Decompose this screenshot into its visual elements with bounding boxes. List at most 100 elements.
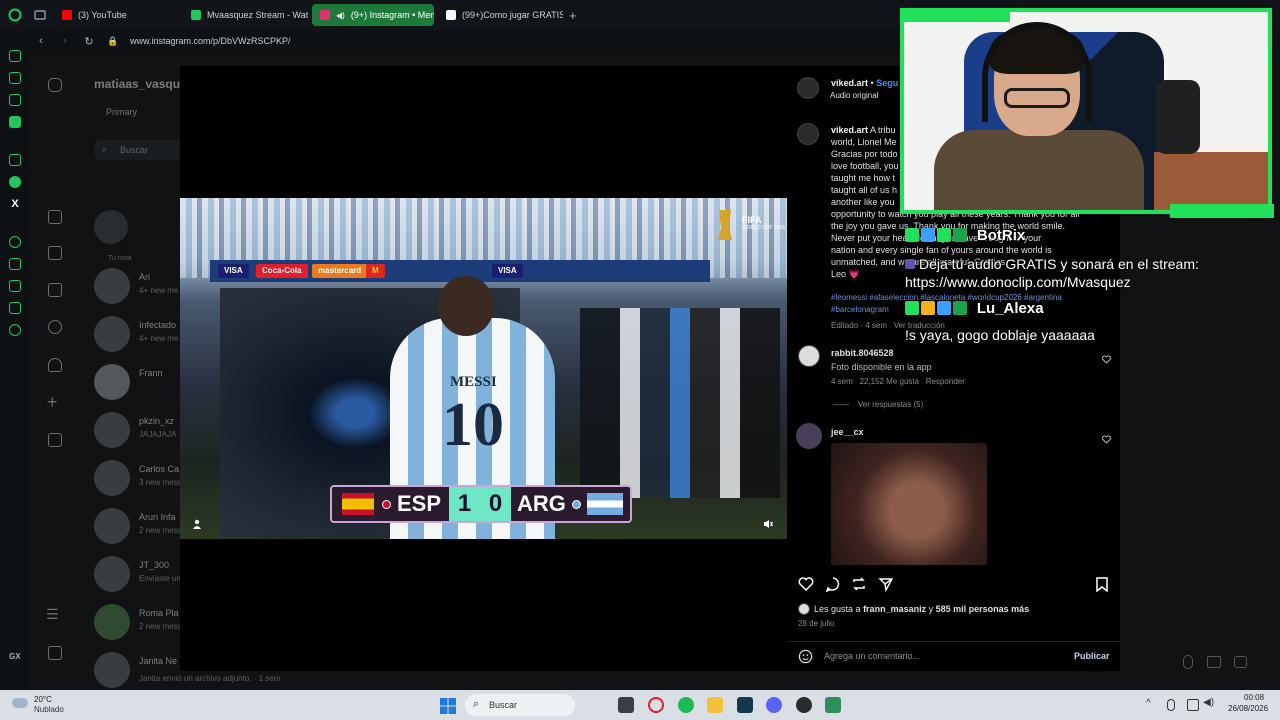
sidebar-percent-icon[interactable] [9,154,21,166]
badge-icon [921,227,935,242]
sidebar-settings-icon[interactable] [9,324,21,336]
gx-label[interactable]: GX [9,652,21,661]
network-icon[interactable] [1187,699,1199,711]
sidebar-player-icon[interactable] [9,236,21,248]
mute-icon[interactable] [763,516,773,528]
tab-youtube[interactable]: (3) YouTube [54,4,179,26]
taskbar-search[interactable]: ⌕ Buscar [465,694,575,716]
conversation-item[interactable]: Janita Ne [94,652,184,692]
publish-button[interactable]: Publicar [1074,651,1110,661]
sidebar-extensions-icon[interactable] [9,302,21,314]
badge-icon [953,300,967,315]
instagram-logo-icon[interactable] [48,78,62,92]
follow-button[interactable]: Segu [876,78,898,88]
comment-input[interactable]: Agrega un comentario... [824,651,920,661]
reels-icon[interactable] [48,246,62,260]
save-icon[interactable] [1094,576,1110,593]
spotify-icon[interactable] [678,697,694,713]
like-icon[interactable] [798,576,814,592]
tab-kick-stream[interactable]: Mvaasquez Stream - Watc [183,4,308,26]
sidebar-notes-icon[interactable] [9,94,21,106]
dashboard-icon[interactable] [48,433,62,447]
volume-icon[interactable]: ◀) [1203,697,1214,708]
windows-start-icon[interactable] [440,698,456,714]
obs-icon[interactable] [796,697,812,713]
comment-like-icon[interactable] [1102,431,1111,444]
conversation-item[interactable]: Ari 4+ new me [94,268,184,308]
x-twitter-icon[interactable]: X [11,198,18,210]
conversation-item[interactable]: Frann [94,364,184,404]
microphone-tray-icon[interactable] [1167,699,1175,711]
dm-search-input[interactable]: ⌕ Buscar [94,140,184,160]
user-tag-icon[interactable] [192,516,202,529]
jersey-number: 10 [442,391,504,459]
tab-instagram[interactable]: ◀) (9+) Instagram • Mens [312,4,434,26]
post-author[interactable]: viked.art [831,78,868,88]
comment-like-icon[interactable] [1102,351,1111,364]
sidebar-download-icon[interactable] [9,280,21,292]
apps-icon[interactable] [48,646,62,660]
create-icon[interactable]: + [47,392,58,413]
terminal-icon[interactable] [737,697,753,713]
share-icon[interactable] [878,576,894,593]
opera-logo-icon[interactable] [0,8,30,22]
mic-icon[interactable] [1183,655,1193,669]
tray-expand-icon[interactable]: ^ [1146,698,1151,709]
commenter-avatar[interactable] [796,423,822,449]
reply-button[interactable]: Responder [926,377,965,386]
badge-icon [953,227,967,242]
conversation-item[interactable]: Roma Pla 2 new mess [94,604,184,644]
home-icon[interactable] [48,210,62,224]
messages-icon[interactable] [48,283,62,297]
weather-widget[interactable]: 20°C Nublado [12,694,82,716]
sticker-icon[interactable] [1234,656,1247,668]
opera-gx-icon[interactable] [648,697,664,713]
whatsapp-icon[interactable] [9,176,21,188]
liked-by-avatar[interactable] [798,603,810,615]
comment-user[interactable]: rabbit.8046528 [831,347,894,359]
dm-username[interactable]: matiaas_vasqu [94,77,180,91]
tab-tiktok[interactable]: (99+)Como jugar GRATIS a [438,4,563,26]
workspaces-icon[interactable] [30,10,50,20]
repost-icon[interactable] [851,576,867,592]
image-icon[interactable] [1207,656,1221,668]
conversation-item[interactable]: Carlos Ca 3 new mess [94,460,184,500]
menu-icon[interactable]: ☰ [46,606,59,623]
post-video[interactable]: VISA Coca-Cola mastercard M VISA MESSI 1… [180,198,787,539]
audio-label[interactable]: Audio original [830,90,878,102]
sidebar-heart-icon[interactable] [9,258,21,270]
file-explorer-icon[interactable] [707,697,723,713]
taskview-icon[interactable] [618,697,634,713]
notifications-icon[interactable] [48,358,62,372]
url-field[interactable]: www.instagram.com/p/DbVWzRSCPKP/ [130,36,291,46]
search-nav-icon[interactable] [48,320,62,334]
view-replies-link[interactable]: —— Ver respuestas (5) [833,399,923,411]
tab-audio-icon[interactable]: ◀) [336,11,345,20]
conversation-item[interactable]: pkzin_xz JAJAJAJA [94,412,184,452]
emoji-icon[interactable] [798,649,813,669]
conversation-item[interactable]: JT_300 Enviaste un [94,556,184,596]
caption-avatar[interactable] [797,123,819,145]
sidebar-aria-icon[interactable] [9,72,21,84]
new-tab-button[interactable]: + [569,8,577,23]
app-icon[interactable] [825,697,841,713]
back-icon[interactable]: ‹ [34,35,48,47]
comment-photo[interactable] [831,443,987,565]
conversation-item[interactable]: Arun Infa 2 new mess [94,508,184,548]
likes-summary[interactable]: Les gusta a frann_masaniz y 585 mil pers… [814,604,1029,614]
author-avatar[interactable] [797,77,819,99]
comment-user[interactable]: jee__cx [831,426,864,438]
comment-icon[interactable] [825,576,841,593]
forward-icon[interactable]: › [58,35,72,47]
sidebar-m-icon[interactable] [9,116,21,128]
conversation-item[interactable]: Infectado 4+ new me [94,316,184,356]
clock-date[interactable]: 26/08/2026 [1228,704,1268,713]
discord-icon[interactable] [766,697,782,713]
reload-icon[interactable]: ↻ [82,35,96,48]
sidebar-history-icon[interactable] [9,50,21,62]
clock-time[interactable]: 00:08 [1244,693,1264,702]
comment-likes[interactable]: 22,152 Me gusta [859,377,919,386]
note-avatar[interactable] [94,210,128,244]
tab-primary[interactable]: Primary [106,107,137,117]
commenter-avatar[interactable] [798,345,820,367]
